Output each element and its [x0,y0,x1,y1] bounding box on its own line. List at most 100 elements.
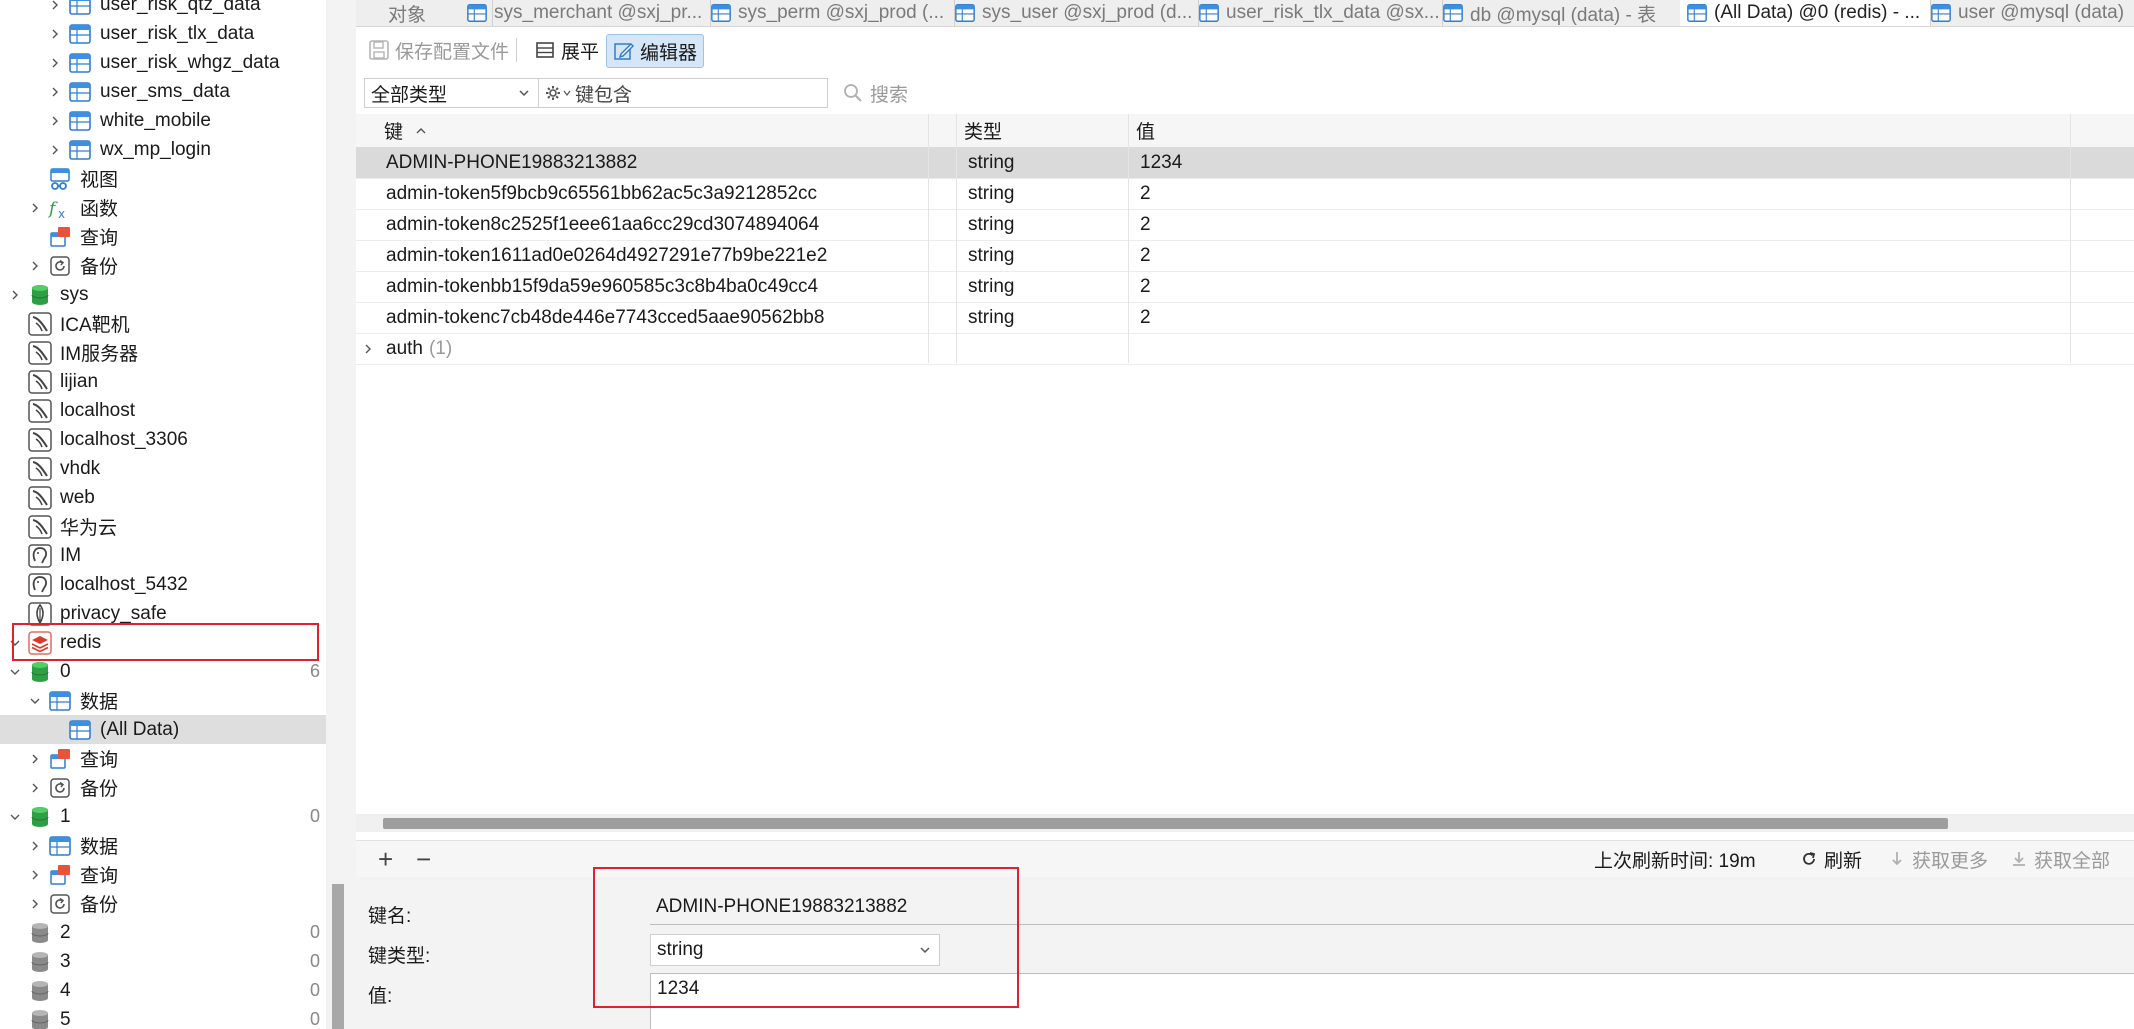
editor-tab[interactable]: (All Data) @0 (redis) - ... [1680,0,1931,26]
sidebar-tree-item[interactable]: 40 [0,976,326,1005]
tree-expander[interactable] [28,839,42,853]
sidebar-tree-item[interactable]: IM服务器 [0,338,326,367]
tree-expander[interactable] [8,810,22,824]
sidebar-tree-item[interactable]: user_risk_whgz_data [0,48,326,77]
fetch-more-button[interactable]: 获取更多 [1888,841,1988,877]
tree-expander[interactable] [28,201,42,215]
tree-expander[interactable] [28,259,42,273]
cell-value[interactable]: 2 [1140,240,1151,271]
sidebar-tree-item[interactable]: f x 函数 [0,193,326,222]
horizontal-scrollbar-thumb[interactable] [383,818,1948,829]
cell-type[interactable]: string [968,240,1014,271]
sidebar-tree-item[interactable]: wx_mp_login [0,135,326,164]
cell-value[interactable]: 2 [1140,178,1151,209]
group-expander[interactable] [362,333,374,364]
tree-expander[interactable] [28,694,42,708]
sidebar-tree-item[interactable]: 查询 [0,222,326,251]
sidebar-tree-item[interactable]: localhost [0,396,326,425]
tree-expander[interactable] [48,85,62,99]
table-row[interactable]: admin-tokenbb15f9da59e960585c3c8b4ba0c49… [356,271,2134,303]
cell-type[interactable]: string [968,178,1014,209]
tree-expander[interactable] [28,868,42,882]
group-row[interactable]: auth (1) [356,333,2134,365]
tree-expander[interactable] [28,781,42,795]
sidebar-tree-item[interactable]: sys [0,280,326,309]
refresh-button[interactable]: 刷新 [1800,841,1862,877]
column-header-value[interactable]: 值 [1136,114,1155,147]
sidebar-tree-item[interactable]: 查询 [0,860,326,889]
sidebar-tree-item[interactable]: 10 [0,802,326,831]
column-header-type[interactable]: 类型 [964,114,1002,147]
sidebar-tree-item[interactable]: user_risk_tlx_data [0,19,326,48]
sidebar-tree-item[interactable]: 数据 [0,686,326,715]
cell-key[interactable]: admin-token8c2525f1eee61aa6cc29cd3074894… [386,209,819,240]
sidebar-tree-item[interactable]: localhost_3306 [0,425,326,454]
sidebar-tree-item[interactable]: 备份 [0,251,326,280]
cell-key[interactable]: ADMIN-PHONE19883213882 [386,147,637,178]
sidebar-tree-item[interactable]: 查询 [0,744,326,773]
tree-expander[interactable] [8,665,22,679]
sidebar-tree-item[interactable]: user_risk_qtz_data [0,0,326,19]
table-row[interactable]: admin-token8c2525f1eee61aa6cc29cd3074894… [356,209,2134,241]
add-key-button[interactable]: + [378,841,393,877]
cell-key[interactable]: admin-tokenc7cb48de446e7743cced5aae90562… [386,302,824,333]
table-row[interactable]: ADMIN-PHONE19883213882 string 1234 [356,147,2134,179]
tree-expander[interactable] [28,752,42,766]
cell-value[interactable]: 2 [1140,209,1151,240]
cell-key[interactable]: admin-token5f9bcb9c65561bb62ac5c3a921285… [386,178,817,209]
column-header-key[interactable]: 键 [384,114,427,147]
sidebar-tree-item[interactable]: user_sms_data [0,77,326,106]
sidebar-tree-item[interactable]: web [0,483,326,512]
sidebar-tree-item[interactable]: 备份 [0,773,326,802]
sidebar-tree-item[interactable]: white_mobile [0,106,326,135]
save-config-button[interactable]: 保存配置文件 [362,34,515,66]
editor-tab[interactable]: sys_merchant @sxj_pr... [460,0,711,26]
tree-expander[interactable] [8,288,22,302]
cell-type[interactable]: string [968,271,1014,302]
tree-expander[interactable] [48,56,62,70]
tree-expander[interactable] [48,27,62,41]
tree-expander[interactable] [48,114,62,128]
sidebar-tree-item[interactable]: 30 [0,947,326,976]
tree-expander[interactable] [28,897,42,911]
sidebar-tree-item[interactable]: ICA靶机 [0,309,326,338]
sidebar-tree-item[interactable]: vhdk [0,454,326,483]
cell-type[interactable]: string [968,147,1014,178]
sidebar-tree-item[interactable]: lijian [0,367,326,396]
table-row[interactable]: admin-token1611ad0e0264d4927291e77b9be22… [356,240,2134,272]
cell-value[interactable]: 2 [1140,271,1151,302]
sidebar-tree-item[interactable]: 备份 [0,889,326,918]
key-type-filter-select[interactable]: 全部类型 [364,78,539,108]
cell-type[interactable]: string [968,209,1014,240]
cell-type[interactable]: string [968,302,1014,333]
sidebar-tree-item[interactable]: 50 [0,1005,326,1029]
cell-key[interactable]: admin-token1611ad0e0264d4927291e77b9be22… [386,240,827,271]
cell-value[interactable]: 2 [1140,302,1151,333]
table-row[interactable]: admin-tokenc7cb48de446e7743cced5aae90562… [356,302,2134,334]
table-row[interactable]: admin-token5f9bcb9c65561bb62ac5c3a921285… [356,178,2134,210]
tree-expander[interactable] [48,0,62,12]
sidebar-tree-item[interactable]: 06 [0,657,326,686]
sidebar-tree-item[interactable]: 数据 [0,831,326,860]
sidebar-tree-item[interactable]: (All Data) [0,715,326,744]
sidebar-tree-item[interactable]: localhost_5432 [0,570,326,599]
editor-button[interactable]: 编辑器 [606,34,705,68]
editor-tab[interactable]: user_risk_tlx_data @sx... [1192,0,1443,26]
sidebar-tree-item[interactable]: IM [0,541,326,570]
splitter-handle[interactable] [332,884,344,1029]
sidebar-tree-item[interactable]: 20 [0,918,326,947]
search-button[interactable]: 搜索 [842,78,908,108]
remove-key-button[interactable]: − [416,841,431,877]
cell-value[interactable]: 1234 [1140,147,1182,178]
editor-tab[interactable]: db @mysql (data) - 表 [1436,0,1687,26]
fetch-all-button[interactable]: 获取全部 [2010,841,2110,877]
editor-tab[interactable]: user @mysql (data) [1924,0,2134,26]
editor-tab[interactable]: sys_perm @sxj_prod (... [704,0,955,26]
sidebar-tree-item[interactable]: 华为云 [0,512,326,541]
sidebar-tree-item[interactable]: 视图 [0,164,326,193]
cell-key[interactable]: admin-tokenbb15f9da59e960585c3c8b4ba0c49… [386,271,818,302]
editor-tab[interactable]: sys_user @sxj_prod (d... [948,0,1199,26]
key-contains-input[interactable]: 键包含 [538,78,828,108]
flatten-button[interactable]: 展平 [528,34,605,66]
tree-expander[interactable] [48,143,62,157]
